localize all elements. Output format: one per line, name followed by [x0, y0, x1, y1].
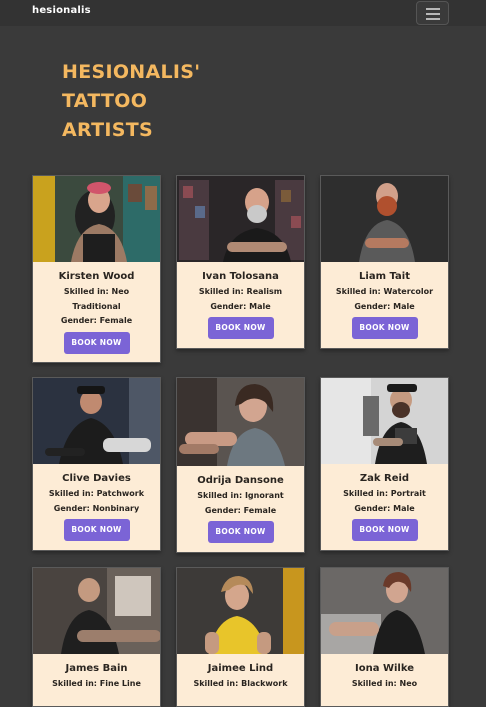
artist-gender: Gender: Nonbinary [53, 503, 140, 513]
artist-skill: Traditional [72, 301, 121, 311]
artist-photo [321, 176, 448, 262]
title-line: ARTISTS [62, 119, 153, 141]
hamburger-line [426, 13, 440, 15]
artist-gender: Gender: Female [204, 505, 277, 515]
page-title: HESIONALIS' TATTOO ARTISTS [62, 58, 262, 145]
artist-skill: Skilled in: Realism [198, 287, 283, 296]
artist-card: Clive Davies Skilled in: Patchwork Gende… [32, 377, 161, 551]
artist-card: Jaimee Lind Skilled in: Blackwork [176, 567, 305, 707]
artist-gender: Gender: Female [60, 316, 133, 325]
artist-name: Clive Davies [62, 473, 131, 484]
artist-photo [177, 176, 304, 262]
book-now-button[interactable]: BOOK NOW [207, 317, 274, 339]
artist-photo [33, 568, 160, 654]
brand-logo[interactable]: hesionalis [32, 5, 91, 16]
artist-skill: Skilled in: Fine Line [52, 679, 141, 688]
title-line: TATTOO [62, 90, 148, 112]
artist-photo [321, 378, 448, 464]
artist-name: Odrija Dansone [197, 475, 284, 486]
artist-name: Jaimee Lind [207, 663, 274, 674]
artist-card: Iona Wilke Skilled in: Neo [320, 567, 449, 707]
artist-skill: Skilled in: Blackwork [193, 679, 288, 688]
artist-gender: Gender: Male [354, 301, 415, 311]
hamburger-line [426, 8, 440, 10]
artist-skill: Skilled in: Watercolor [335, 287, 434, 296]
artist-name: Kirsten Wood [58, 271, 135, 282]
artist-skill: Skilled in: Portrait [343, 489, 426, 498]
artist-photo [33, 176, 160, 262]
artist-card: Liam Tait Skilled in: Watercolor Gender:… [320, 175, 449, 349]
artist-name: James Bain [65, 663, 128, 674]
artist-skill: Skilled in: Neo [63, 287, 130, 296]
artist-card: Zak Reid Skilled in: Portrait Gender: Ma… [320, 377, 449, 551]
artist-photo [321, 568, 448, 654]
book-now-button[interactable]: BOOK NOW [351, 519, 418, 541]
book-now-button[interactable]: BOOK NOW [351, 317, 418, 339]
artist-photo [177, 378, 304, 466]
hamburger-line [426, 18, 440, 20]
artist-name: Liam Tait [359, 271, 410, 282]
artist-card: Kirsten Wood Skilled in: Neo Traditional… [32, 175, 161, 363]
artist-skill: Skilled in: Patchwork [48, 489, 145, 498]
artist-card: Odrija Dansone Skilled in: Ignorant Gend… [176, 377, 305, 553]
book-now-button[interactable]: BOOK NOW [207, 521, 274, 543]
artist-card: James Bain Skilled in: Fine Line [32, 567, 161, 707]
artist-name: Ivan Tolosana [202, 271, 279, 282]
artist-name: Zak Reid [359, 473, 410, 484]
artist-gender: Gender: Male [354, 503, 415, 513]
artist-card: Ivan Tolosana Skilled in: Realism Gender… [176, 175, 305, 349]
navbar: hesionalis [0, 0, 486, 26]
artist-photo [33, 378, 160, 464]
artist-skill: Skilled in: Neo [351, 679, 418, 688]
menu-toggle-button[interactable] [416, 1, 449, 25]
title-line: HESIONALIS' [62, 61, 201, 83]
artist-gender: Gender: Male [210, 301, 271, 311]
artist-skill: Skilled in: Ignorant [197, 491, 284, 500]
artist-name: Iona Wilke [355, 663, 414, 674]
book-now-button[interactable]: BOOK NOW [63, 331, 130, 354]
artist-photo [177, 568, 304, 654]
book-now-button[interactable]: BOOK NOW [63, 519, 130, 541]
